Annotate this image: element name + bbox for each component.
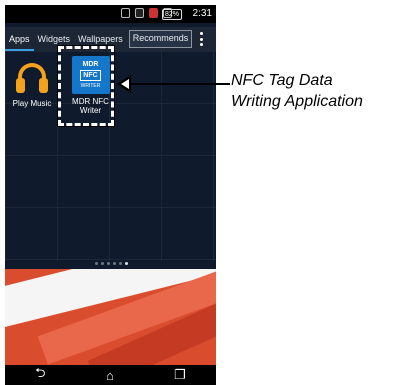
navigation-bar: ⮌ ⌂ ❐ [5, 365, 216, 385]
tab-recommends[interactable]: Recommends [128, 30, 193, 48]
wallpaper [5, 269, 216, 365]
headphones-icon [15, 61, 49, 95]
page-indicator [95, 262, 128, 265]
clock: 2:31 [192, 8, 212, 19]
callout-line1: NFC Tag Data [231, 72, 333, 89]
highlight-box [57, 45, 115, 127]
nfc-status-icon [135, 8, 144, 18]
battery-indicator: 82% [161, 9, 182, 20]
callout-line [118, 83, 230, 85]
recent-apps-icon[interactable]: ❐ [174, 367, 186, 383]
vibrate-icon [121, 8, 130, 18]
callout-label: NFC Tag Data Writing Application [231, 70, 420, 112]
overflow-menu-icon[interactable] [200, 32, 204, 46]
callout-line2: Writing Application [231, 93, 363, 110]
home-icon[interactable]: ⌂ [106, 368, 114, 383]
app-play-music[interactable]: Play Music [7, 61, 57, 108]
back-icon[interactable]: ⮌ [35, 364, 45, 385]
status-bar: 82% 2:31 [5, 5, 216, 23]
app-label: Play Music [12, 99, 52, 108]
tab-apps[interactable]: Apps [5, 27, 34, 51]
notification-icon [149, 8, 158, 18]
